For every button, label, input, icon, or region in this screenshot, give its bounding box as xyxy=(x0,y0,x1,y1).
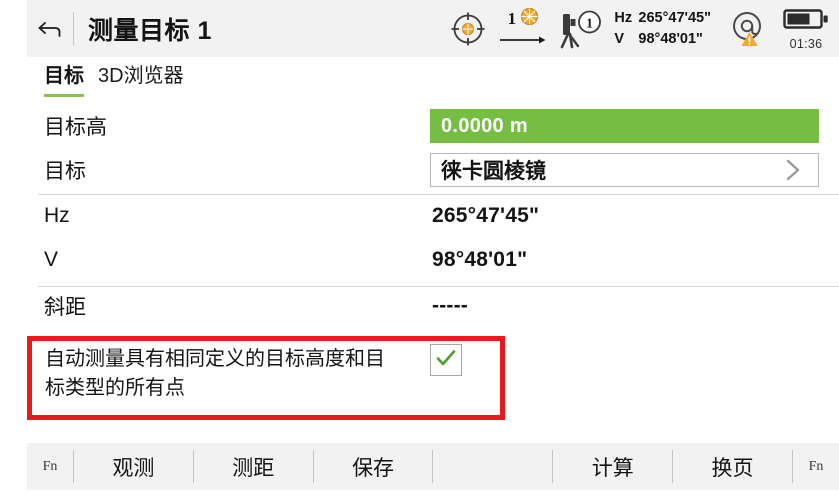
row-label-slope-distance: 斜距 xyxy=(44,296,86,319)
auto-measure-checkbox[interactable] xyxy=(430,344,462,376)
fn-left-button[interactable]: Fn xyxy=(27,443,73,490)
softkey-empty[interactable] xyxy=(433,443,552,490)
total-station-icon: 1 xyxy=(556,8,606,50)
tab-bar: 目标 3D浏览器 xyxy=(27,57,839,99)
v-value: 98°48'01" xyxy=(638,30,703,47)
row-value-slope-distance: ----- xyxy=(432,294,468,317)
svg-text:1: 1 xyxy=(586,16,593,31)
softkey-calculate[interactable]: 计算 xyxy=(553,443,672,490)
fn-right-button[interactable]: Fn xyxy=(793,443,839,490)
arrow-right-icon xyxy=(498,32,548,50)
back-arrow-icon xyxy=(36,17,64,41)
battery-indicator[interactable]: 01:36 xyxy=(783,0,829,57)
table-row: Hz 265°47'45" xyxy=(0,194,839,238)
prism-icon xyxy=(520,7,539,31)
checkmark-icon xyxy=(434,346,458,375)
angle-readout: Hz 265°47'45" V 98°48'01" xyxy=(614,0,711,57)
table-row: 斜距 ----- xyxy=(0,284,839,328)
detail-form: 目标高 0.0000 m 目标 徕卡圆棱镜 Hz 265°47'45" V 98… xyxy=(0,104,839,328)
at-sign-warning-icon xyxy=(727,8,771,50)
tab-target[interactable]: 目标 xyxy=(44,57,84,97)
row-label-target: 目标 xyxy=(44,160,86,183)
battery-icon xyxy=(783,7,829,36)
softkey-save[interactable]: 保存 xyxy=(314,443,433,490)
row-label-v: V xyxy=(44,248,59,271)
tab-3d-viewer[interactable]: 3D浏览器 xyxy=(98,57,184,94)
target-height-value: 0.0000 m xyxy=(441,114,528,137)
row-label-hz: Hz xyxy=(44,204,70,227)
page-title: 测量目标 1 xyxy=(88,16,212,45)
softkey-observe[interactable]: 观测 xyxy=(74,443,193,490)
table-row: V 98°48'01" xyxy=(0,238,839,282)
prism-count-value: 1 xyxy=(507,9,517,28)
battery-time-remaining: 01:36 xyxy=(789,36,823,51)
hz-value: 265°47'45" xyxy=(638,9,711,26)
table-row: 目标 徕卡圆棱镜 xyxy=(0,148,839,192)
crosshair-target-icon xyxy=(448,9,488,49)
table-row: 目标高 0.0000 m xyxy=(0,104,839,148)
back-button[interactable] xyxy=(27,0,73,57)
auto-measure-label: 自动测量具有相同定义的目标高度和目标类型的所有点 xyxy=(45,348,385,399)
app-header: 测量目标 1 1 1 Hz 265°47'45" V 98°48'01" 01:… xyxy=(27,0,839,57)
connection-status-button[interactable] xyxy=(711,0,771,57)
row-label-target-height: 目标高 xyxy=(44,116,107,139)
bottom-toolbar: Fn 观测 测距 保存 计算 换页 Fn xyxy=(27,443,839,490)
status-bar: 1 1 Hz 265°47'45" V 98°48'01" 01:36 xyxy=(448,0,839,57)
prism-count-indicator[interactable]: 1 xyxy=(496,0,550,57)
softkey-distance[interactable]: 测距 xyxy=(194,443,313,490)
target-type-select[interactable]: 徕卡圆棱镜 xyxy=(430,153,819,187)
row-value-v: 98°48'01" xyxy=(432,248,528,271)
chevron-right-icon[interactable] xyxy=(780,157,806,183)
instrument-status-button[interactable]: 1 xyxy=(550,0,606,57)
softkey-page[interactable]: 换页 xyxy=(673,443,792,490)
target-height-field[interactable]: 0.0000 m xyxy=(430,109,819,143)
row-value-hz: 265°47'45" xyxy=(432,204,540,227)
target-type-value: 徕卡圆棱镜 xyxy=(441,160,546,183)
hz-label: Hz xyxy=(614,9,633,26)
device-screen: 测量目标 1 1 1 Hz 265°47'45" V 98°48'01" 01:… xyxy=(0,0,839,503)
v-label: V xyxy=(614,30,625,47)
target-mode-button[interactable] xyxy=(448,0,488,57)
